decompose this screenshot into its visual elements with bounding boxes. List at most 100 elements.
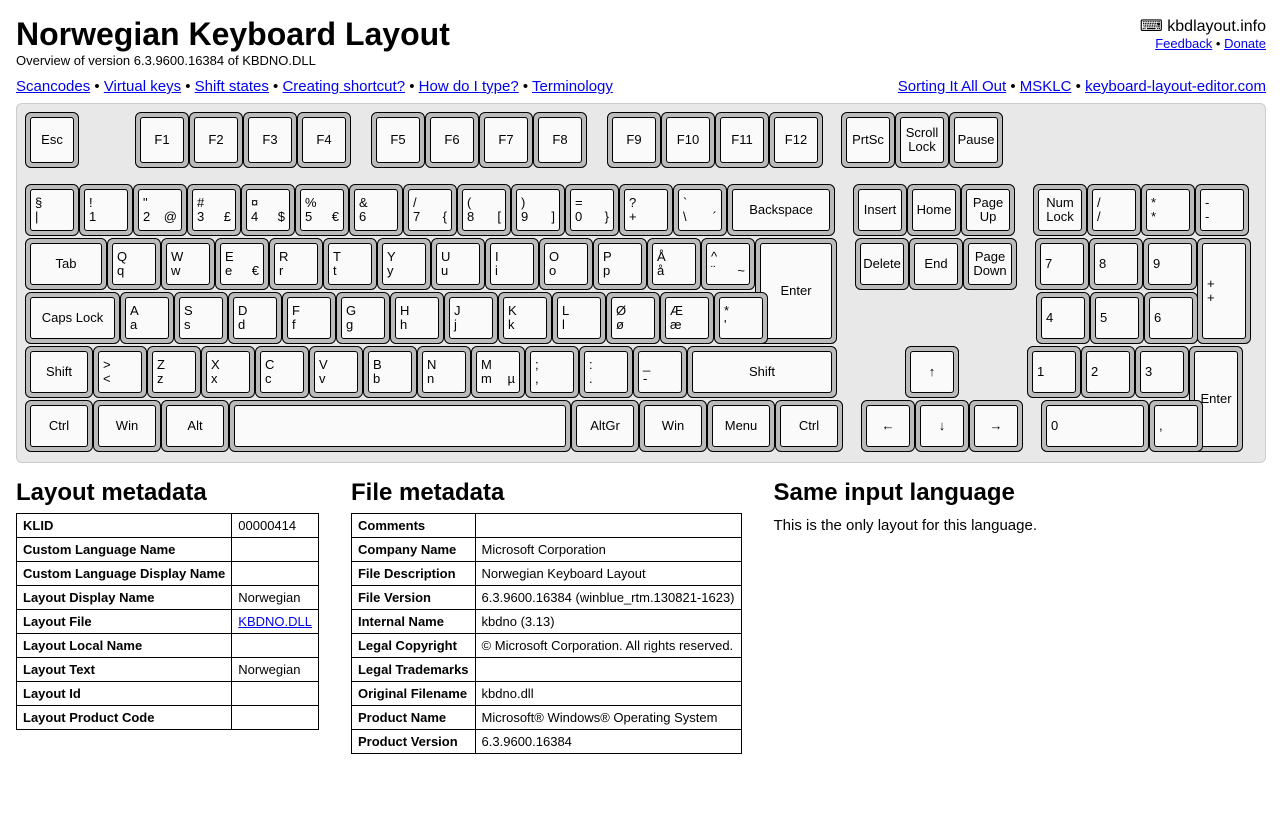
nav-link[interactable]: Shift states bbox=[195, 78, 269, 95]
key-r3-5[interactable]: Hh bbox=[390, 292, 444, 344]
key-num-7[interactable]: 7 bbox=[1035, 238, 1089, 290]
key-r4-3[interactable]: Vv bbox=[309, 346, 363, 398]
key-r4-0[interactable]: Zz bbox=[147, 346, 201, 398]
key-r3-11[interactable]: *' bbox=[714, 292, 768, 344]
key-num-1[interactable]: 1 bbox=[1027, 346, 1081, 398]
key-iso[interactable]: >< bbox=[93, 346, 147, 398]
key-f6[interactable]: F6 bbox=[425, 112, 479, 168]
nav-link[interactable]: MSKLC bbox=[1020, 78, 1072, 95]
key-f8[interactable]: F8 bbox=[533, 112, 587, 168]
nav-link[interactable]: keyboard-layout-editor.com bbox=[1085, 78, 1266, 95]
key-r1-1[interactable]: !1 bbox=[79, 184, 133, 236]
key-f3[interactable]: F3 bbox=[243, 112, 297, 168]
nav-link[interactable]: How do I type? bbox=[419, 78, 519, 95]
key-r4-8[interactable]: :. bbox=[579, 346, 633, 398]
nav-link[interactable]: Terminology bbox=[532, 78, 613, 95]
key-numtop-3[interactable]: -- bbox=[1195, 184, 1249, 236]
key-r1-12[interactable]: `\´ bbox=[673, 184, 727, 236]
key-f5[interactable]: F5 bbox=[371, 112, 425, 168]
key-sys-0[interactable]: PrtSc bbox=[841, 112, 895, 168]
key-num-6[interactable]: 6 bbox=[1144, 292, 1198, 344]
key-nav1-1[interactable]: Home bbox=[907, 184, 961, 236]
key-num-9[interactable]: 9 bbox=[1143, 238, 1197, 290]
key-f1[interactable]: F1 bbox=[135, 112, 189, 168]
key-r2-2[interactable]: Ee€ bbox=[215, 238, 269, 290]
key-esc[interactable]: Esc bbox=[25, 112, 79, 168]
key-r1-6[interactable]: &6 bbox=[349, 184, 403, 236]
key-sys-2[interactable]: Pause bbox=[949, 112, 1003, 168]
key-arrow-2[interactable]: → bbox=[969, 400, 1023, 452]
key-r2-8[interactable]: Oo bbox=[539, 238, 593, 290]
key-bl-1[interactable]: Win bbox=[93, 400, 161, 452]
key-nav2-2[interactable]: Page Down bbox=[963, 238, 1017, 290]
key-r2-0[interactable]: Qq bbox=[107, 238, 161, 290]
key-num-8[interactable]: 8 bbox=[1089, 238, 1143, 290]
key-f4[interactable]: F4 bbox=[297, 112, 351, 168]
key-num-5[interactable]: 5 bbox=[1090, 292, 1144, 344]
key-r2-11[interactable]: ^¨~ bbox=[701, 238, 755, 290]
key-numtop-0[interactable]: Num Lock bbox=[1033, 184, 1087, 236]
key-r1-7[interactable]: /7{ bbox=[403, 184, 457, 236]
key-f11[interactable]: F11 bbox=[715, 112, 769, 168]
key-capslock[interactable]: Caps Lock bbox=[25, 292, 120, 344]
key-r2-5[interactable]: Yy bbox=[377, 238, 431, 290]
key-br-2[interactable]: Menu bbox=[707, 400, 775, 452]
key-r4-7[interactable]: ;, bbox=[525, 346, 579, 398]
key-r3-2[interactable]: Dd bbox=[228, 292, 282, 344]
key-r3-10[interactable]: Ææ bbox=[660, 292, 714, 344]
key-r1-4[interactable]: ¤4$ bbox=[241, 184, 295, 236]
key-r2-7[interactable]: Ii bbox=[485, 238, 539, 290]
key-r2-6[interactable]: Uu bbox=[431, 238, 485, 290]
key-r2-4[interactable]: Tt bbox=[323, 238, 377, 290]
key-f7[interactable]: F7 bbox=[479, 112, 533, 168]
key-f9[interactable]: F9 bbox=[607, 112, 661, 168]
key-r3-0[interactable]: Aa bbox=[120, 292, 174, 344]
key-sys-1[interactable]: Scroll Lock bbox=[895, 112, 949, 168]
key-r3-6[interactable]: Jj bbox=[444, 292, 498, 344]
layout-file-link[interactable]: KBDNO.DLL bbox=[238, 614, 312, 629]
key-br-3[interactable]: Ctrl bbox=[775, 400, 843, 452]
donate-link[interactable]: Donate bbox=[1224, 36, 1266, 51]
key-r4-1[interactable]: Xx bbox=[201, 346, 255, 398]
key-r3-9[interactable]: Øø bbox=[606, 292, 660, 344]
key-br-0[interactable]: AltGr bbox=[571, 400, 639, 452]
key-r1-5[interactable]: %5€ bbox=[295, 184, 349, 236]
key-numtop-2[interactable]: ** bbox=[1141, 184, 1195, 236]
key-arrow-1[interactable]: ↓ bbox=[915, 400, 969, 452]
key-r1-9[interactable]: )9] bbox=[511, 184, 565, 236]
key-r1-11[interactable]: ?+ bbox=[619, 184, 673, 236]
key-r3-3[interactable]: Ff bbox=[282, 292, 336, 344]
key-r3-4[interactable]: Gg bbox=[336, 292, 390, 344]
key-r3-7[interactable]: Kk bbox=[498, 292, 552, 344]
key-r3-1[interactable]: Ss bbox=[174, 292, 228, 344]
key-numdot[interactable]: , bbox=[1149, 400, 1203, 452]
nav-link[interactable]: Sorting It All Out bbox=[898, 78, 1006, 95]
key-r1-8[interactable]: (8[ bbox=[457, 184, 511, 236]
key-r1-3[interactable]: #3£ bbox=[187, 184, 241, 236]
key-arrow-0[interactable]: ← bbox=[861, 400, 915, 452]
key-r4-9[interactable]: _- bbox=[633, 346, 687, 398]
key-nav1-0[interactable]: Insert bbox=[853, 184, 907, 236]
key-up[interactable]: ↑ bbox=[905, 346, 959, 398]
key-num-3[interactable]: 3 bbox=[1135, 346, 1189, 398]
key-r2-1[interactable]: Ww bbox=[161, 238, 215, 290]
key-space[interactable] bbox=[229, 400, 571, 452]
key-r4-5[interactable]: Nn bbox=[417, 346, 471, 398]
key-bl-2[interactable]: Alt bbox=[161, 400, 229, 452]
key-r1-10[interactable]: =0} bbox=[565, 184, 619, 236]
key-br-1[interactable]: Win bbox=[639, 400, 707, 452]
key-f10[interactable]: F10 bbox=[661, 112, 715, 168]
key-nav2-1[interactable]: End bbox=[909, 238, 963, 290]
key-r1-2[interactable]: "2@ bbox=[133, 184, 187, 236]
nav-link[interactable]: Virtual keys bbox=[104, 78, 181, 95]
key-r1-0[interactable]: §| bbox=[25, 184, 79, 236]
key-bl-0[interactable]: Ctrl bbox=[25, 400, 93, 452]
key-backspace[interactable]: Backspace bbox=[727, 184, 835, 236]
key-f12[interactable]: F12 bbox=[769, 112, 823, 168]
key-nav1-2[interactable]: Page Up bbox=[961, 184, 1015, 236]
key-numplus[interactable]: ++ bbox=[1197, 238, 1251, 344]
nav-link[interactable]: Creating shortcut? bbox=[282, 78, 405, 95]
key-r3-8[interactable]: Ll bbox=[552, 292, 606, 344]
key-r4-4[interactable]: Bb bbox=[363, 346, 417, 398]
key-num0[interactable]: 0 bbox=[1041, 400, 1149, 452]
